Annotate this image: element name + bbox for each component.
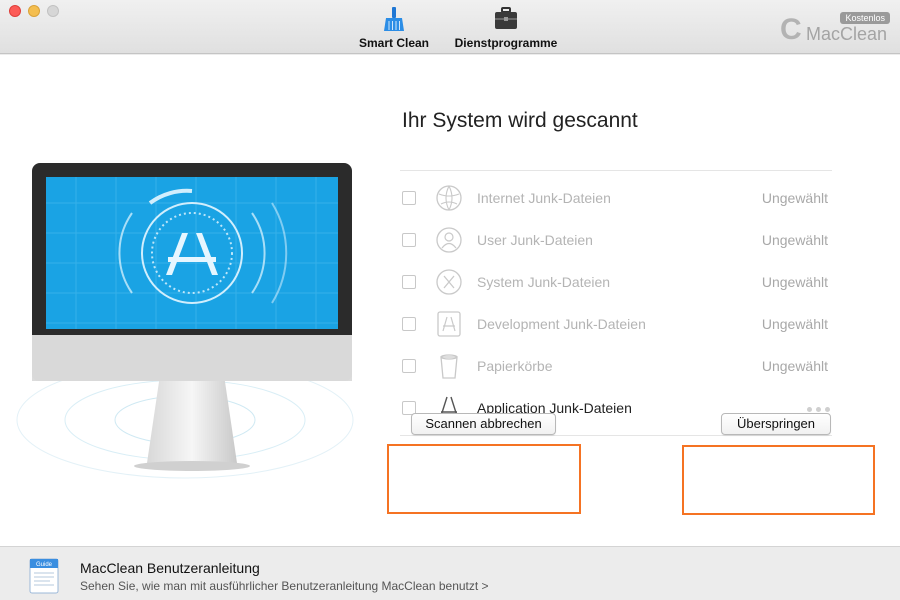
- toolbar-dienstprogramme[interactable]: Dienstprogramme: [452, 6, 560, 50]
- toolbar-smart-clean[interactable]: Smart Clean: [356, 6, 432, 50]
- scan-item-trash: Papierkörbe Ungewählt: [400, 345, 832, 387]
- imac-scanning-illustration: [32, 163, 352, 471]
- brand-name: MacClean: [806, 24, 888, 44]
- scanning-progress-dots: [807, 407, 830, 412]
- broom-icon: [384, 7, 404, 31]
- guide-title: MacClean Benutzeranleitung: [80, 560, 260, 576]
- guide-icon-label: Guide: [36, 562, 53, 568]
- scan-item-checkbox[interactable]: [402, 317, 416, 331]
- scan-item-checkbox[interactable]: [402, 191, 416, 205]
- guide-link[interactable]: Sehen Sie, wie man mit ausführlicher Ben…: [80, 579, 489, 593]
- macclean-logo: Kostenlos C MacClean: [780, 12, 890, 46]
- toolbox-icon: [495, 7, 517, 29]
- scan-item-label: Development Junk-Dateien: [477, 316, 646, 332]
- minimize-window-button[interactable]: [28, 5, 40, 17]
- scan-item-label: Internet Junk-Dateien: [477, 190, 611, 206]
- guide-book-icon: Guide: [29, 558, 59, 594]
- scan-item-checkbox[interactable]: [402, 275, 416, 289]
- scan-item-system: System Junk-Dateien Ungewählt: [400, 261, 832, 303]
- scan-item-development: Development Junk-Dateien Ungewählt: [400, 303, 832, 345]
- scan-item-status: Ungewählt: [761, 232, 828, 248]
- scan-item-checkbox[interactable]: [402, 233, 416, 247]
- scan-item-checkbox[interactable]: [402, 359, 416, 373]
- highlight-frame-skip: [682, 445, 875, 515]
- scan-item-status: Ungewählt: [761, 190, 828, 206]
- scan-item-status: Ungewählt: [761, 358, 828, 374]
- scan-item-status: Ungewählt: [761, 316, 828, 332]
- scan-item-list: Internet Junk-Dateien Ungewählt User Jun…: [400, 170, 832, 436]
- main-content: Ihr System wird gescannt Internet Junk-D…: [0, 55, 900, 546]
- scan-item-label: User Junk-Dateien: [477, 232, 593, 248]
- globe-icon: [436, 185, 462, 211]
- cancel-scan-button[interactable]: Scannen abbrechen: [411, 413, 556, 435]
- app-icon: [437, 311, 461, 337]
- toolbar-dienstprogramme-label: Dienstprogramme: [454, 36, 558, 50]
- skip-button[interactable]: Überspringen: [721, 413, 831, 435]
- scan-item-label: System Junk-Dateien: [477, 274, 611, 290]
- kostenlos-badge: Kostenlos: [840, 12, 890, 24]
- trash-icon: [440, 354, 458, 379]
- scan-item-label: Papierkörbe: [477, 358, 553, 374]
- guide-footer[interactable]: Guide MacClean Benutzeranleitung Sehen S…: [0, 546, 900, 600]
- close-window-button[interactable]: [9, 5, 21, 17]
- user-icon: [436, 227, 462, 253]
- x-circle-icon: [436, 269, 462, 295]
- window-titlebar: Smart Clean Dienstprogramme Kostenlos C …: [0, 0, 900, 54]
- scan-title: Ihr System wird gescannt: [402, 109, 638, 132]
- macclean-c-logo-icon: C: [780, 13, 802, 46]
- zoom-window-button[interactable]: [47, 5, 59, 17]
- toolbar-smart-clean-label: Smart Clean: [358, 36, 430, 50]
- highlight-frame-cancel: [387, 444, 581, 514]
- scan-item-status: Ungewählt: [761, 274, 828, 290]
- scan-item-internet: Internet Junk-Dateien Ungewählt: [400, 177, 832, 219]
- scan-item-user: User Junk-Dateien Ungewählt: [400, 219, 832, 261]
